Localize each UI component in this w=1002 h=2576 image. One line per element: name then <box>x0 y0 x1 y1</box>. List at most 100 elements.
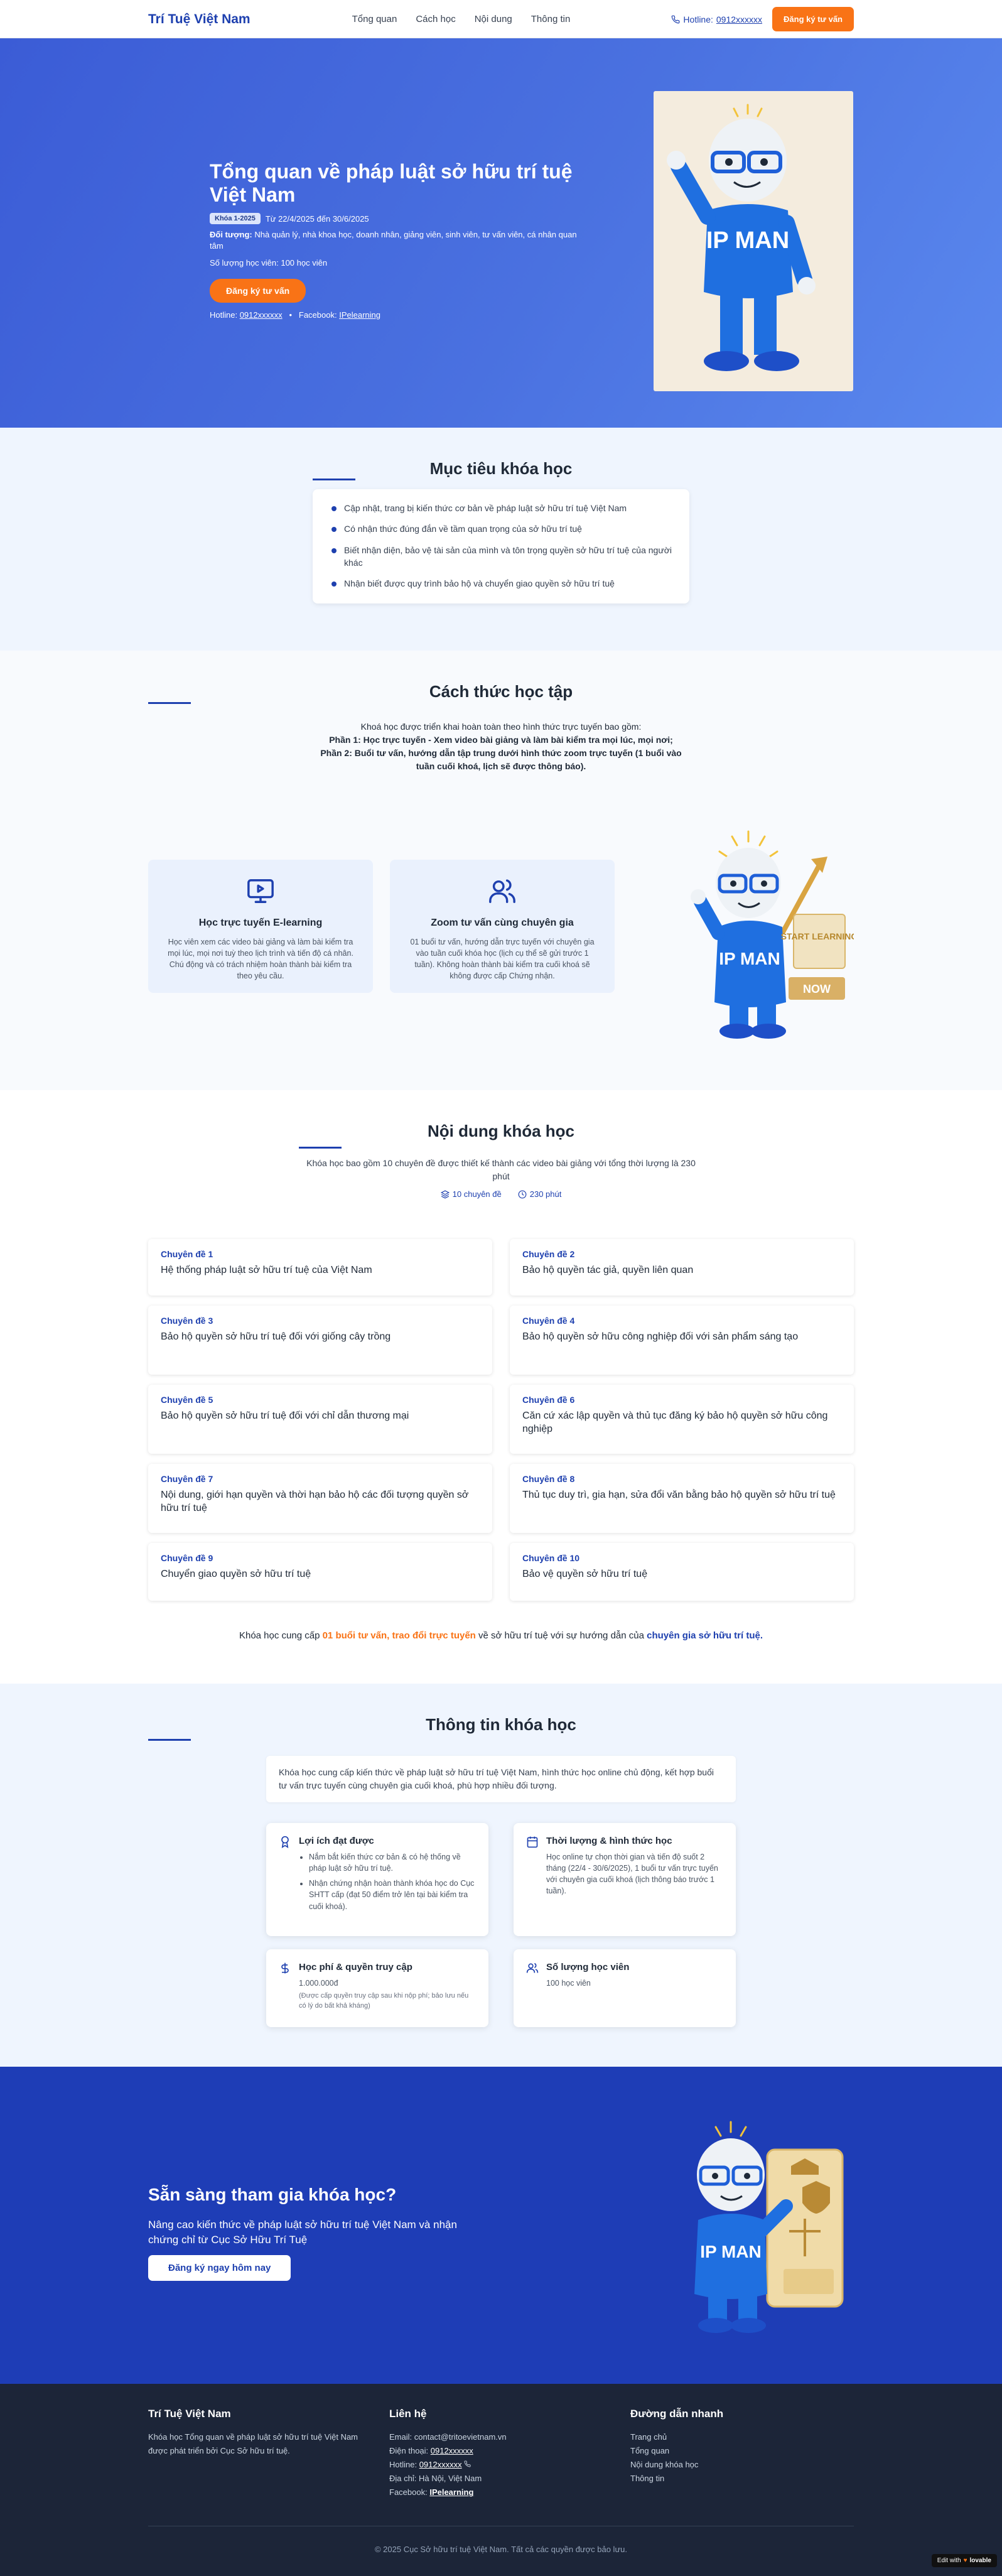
learning-part2: Phần 2: Buổi tư vấn, hướng dẫn tập trung… <box>313 747 689 773</box>
footer-about: Trí Tuệ Việt Nam Khóa học Tổng quan về p… <box>148 2408 362 2458</box>
title-underline <box>313 479 355 480</box>
course-badge: Khóa 1-2025 <box>210 213 261 224</box>
topic-label: Chuyên đề 9 <box>161 1553 480 1563</box>
address-value: Hà Nội, Việt Nam <box>419 2474 482 2483</box>
address-label: Địa chỉ: <box>389 2474 416 2483</box>
footer-about-text: Khóa học Tổng quan về pháp luật sở hữu t… <box>148 2430 362 2458</box>
hero-title: Tổng quan về pháp luật sở hữu trí tuệ Vi… <box>210 160 586 207</box>
phone-label: Điện thoại: <box>389 2446 428 2455</box>
users-icon <box>486 877 519 906</box>
nav-item-content[interactable]: Nội dung <box>475 14 512 24</box>
topic-card[interactable]: Chuyên đề 10Bảo vệ quyền sở hữu trí tuệ <box>510 1543 854 1601</box>
content-stats: 10 chuyên đề 230 phút <box>148 1189 854 1199</box>
topic-title: Nội dung, giới hạn quyền và thời hạn bảo… <box>161 1489 480 1515</box>
topic-card[interactable]: Chuyên đề 4Bảo hộ quyền sở hữu công nghi… <box>510 1306 854 1375</box>
brand-logo[interactable]: Trí Tuệ Việt Nam <box>148 12 251 27</box>
hero-hotline-link[interactable]: 0912xxxxxx <box>240 310 283 320</box>
topic-card[interactable]: Chuyên đề 1Hệ thống pháp luật sở hữu trí… <box>148 1239 492 1296</box>
topic-card[interactable]: Chuyên đề 8Thủ tục duy trì, gia hạn, sửa… <box>510 1464 854 1533</box>
goals-section: Mục tiêu khóa học Cập nhật, trang bị kiế… <box>0 428 1002 651</box>
footer-link-info[interactable]: Thông tin <box>630 2472 844 2486</box>
students-count: 100 học viên <box>546 1978 723 1989</box>
content-footnote: Khóa học cung cấp 01 buổi tư vấn, trao đ… <box>148 1630 854 1641</box>
footer-link-home[interactable]: Trang chủ <box>630 2430 844 2444</box>
topic-title: Bảo hộ quyền sở hữu công nghiệp đối với … <box>522 1331 841 1344</box>
footnote-part: về sở hữu trí tuệ với sự hướng dẫn của <box>476 1630 647 1641</box>
nav-menu: Tổng quan Cách học Nội dung Thông tin <box>352 14 571 24</box>
topic-card[interactable]: Chuyên đề 2 Bảo hộ quyền tác giả, quyền l… <box>510 1239 854 1296</box>
topic-title: Thủ tục duy trì, gia hạn, sửa đổi văn bằ… <box>522 1489 841 1502</box>
footer-contact-title: Liên hệ <box>389 2408 603 2420</box>
nav-item-info[interactable]: Thông tin <box>531 14 571 24</box>
benefit-item: Nhận chứng nhận hoàn thành khóa học do C… <box>309 1878 476 1912</box>
topic-card[interactable]: Chuyên đề 6Căn cứ xác lập quyền và thủ t… <box>510 1385 854 1454</box>
zoom-card-desc: 01 buổi tư vấn, hướng dẫn trực tuyến với… <box>405 936 600 982</box>
topic-label: Chuyên đề 5 <box>161 1395 480 1405</box>
benefits-card: Lợi ích đạt được Nắm bắt kiến thức cơ bả… <box>266 1823 488 1936</box>
cta-section: Sẵn sàng tham gia khóa học? Nâng cao kiế… <box>0 2067 1002 2384</box>
topic-title: Hệ thống pháp luật sở hữu trí tuệ của Vi… <box>161 1264 480 1277</box>
hero-separator: • <box>289 310 292 320</box>
info-intro: Khóa học cung cấp kiến thức về pháp luật… <box>266 1756 736 1802</box>
stat-minutes-text: 230 phút <box>530 1189 562 1199</box>
footnote-part: Khóa học cung cấp <box>239 1630 323 1641</box>
elearning-card-desc: Học viên xem các video bài giảng và làm … <box>163 936 358 982</box>
footer-link-content[interactable]: Nội dung khóa học <box>630 2458 844 2472</box>
students-title: Số lượng học viên <box>546 1962 723 1973</box>
footer-about-title: Trí Tuệ Việt Nam <box>148 2408 362 2420</box>
hero-facebook-link[interactable]: IPelearning <box>339 310 380 320</box>
hero-mascot-image: IP MAN <box>654 91 853 391</box>
content-intro: Khóa học bao gồm 10 chuyên đề được thiết… <box>306 1157 696 1183</box>
topic-card[interactable]: Chuyên đề 9Chuyển giao quyền sở hữu trí … <box>148 1543 492 1601</box>
zoom-card-title: Zoom tư vấn cùng chuyên gia <box>405 917 600 929</box>
topic-label: Chuyên đề 2 <box>522 1249 841 1259</box>
nav-hotline[interactable]: Hotline: 0912xxxxxx <box>671 14 762 24</box>
dollar-icon <box>279 1962 291 1974</box>
zoom-card: Zoom tư vấn cùng chuyên gia 01 buổi tư v… <box>390 860 615 993</box>
fee-amount: 1.000.000đ <box>299 1978 476 1989</box>
footer-links: Đường dẫn nhanh Trang chủ Tổng quan Nội … <box>630 2408 844 2486</box>
hero-register-button[interactable]: Đăng ký tư vấn <box>210 279 306 303</box>
goal-item: Biết nhận diện, bảo vệ tài sản của mình … <box>330 544 672 570</box>
learning-part1: Phần 1: Học trực tuyến - Xem video bài g… <box>148 733 854 747</box>
learning-section: Cách thức học tập Khoá học được triển kh… <box>0 651 1002 1090</box>
cta-mascot-shirt: IP MAN <box>700 2242 762 2261</box>
nav-item-learning[interactable]: Cách học <box>416 14 455 24</box>
nav-hotline-number[interactable]: 0912xxxxxx <box>716 14 762 24</box>
goal-item: Cập nhật, trang bị kiến thức cơ bản về p… <box>330 502 672 514</box>
edit-badge-brand: lovable <box>970 2557 991 2564</box>
phone-value[interactable]: 0912xxxxxx <box>431 2446 473 2455</box>
stat-topics-text: 10 chuyên đề <box>453 1189 502 1199</box>
monitor-play-icon <box>244 877 277 906</box>
duration-card: Thời lượng & hình thức học Học online tự… <box>514 1823 736 1936</box>
topic-card[interactable]: Chuyên đề 3Bảo hộ quyền sở hữu trí tuệ đ… <box>148 1306 492 1375</box>
goal-item: Có nhận thức đúng đắn về tầm quan trọng … <box>330 522 672 535</box>
users-icon <box>526 1962 539 1974</box>
cta-register-button[interactable]: Đăng ký ngay hôm nay <box>148 2255 291 2281</box>
topic-title: Bảo hộ quyền sở hữu trí tuệ đối với giốn… <box>161 1331 480 1344</box>
edit-with-badge[interactable]: Edit with ♥ lovable <box>932 2554 997 2567</box>
clock-icon <box>518 1190 527 1199</box>
hero-contacts: Hotline: 0912xxxxxx • Facebook: IPelearn… <box>210 310 586 320</box>
mascot-shirt-text: IP MAN <box>706 227 789 254</box>
stat-minutes: 230 phút <box>518 1189 562 1199</box>
nav-item-overview[interactable]: Tổng quan <box>352 14 397 24</box>
topic-card[interactable]: Chuyên đề 7Nội dung, giới hạn quyền và t… <box>148 1464 492 1533</box>
elearning-card-title: Học trực tuyến E-learning <box>163 917 358 929</box>
hotline-value[interactable]: 0912xxxxxx <box>419 2460 462 2469</box>
goals-card: Cập nhật, trang bị kiến thức cơ bản về p… <box>313 489 689 603</box>
award-icon <box>279 1836 291 1848</box>
copyright: © 2025 Cục Sở hữu trí tuệ Việt Nam. Tất … <box>148 2545 854 2554</box>
topic-title: Bảo hộ quyền tác giả, quyền liên quan <box>522 1264 841 1277</box>
topic-card[interactable]: Chuyên đề 5 Bảo hộ quyền sở hữu trí tuệ đ… <box>148 1385 492 1454</box>
info-section: Thông tin khóa học Khóa học cung cấp kiế… <box>0 1684 1002 2067</box>
duration-desc: Học online tự chọn thời gian và tiến độ … <box>546 1851 723 1897</box>
topic-title: Bảo hộ quyền sở hữu trí tuệ đối với chỉ … <box>161 1410 480 1423</box>
nav-register-button[interactable]: Đăng ký tư vấn <box>772 7 854 31</box>
now-sign: NOW <box>803 983 831 995</box>
learning-mascot-shirt: IP MAN <box>719 949 780 968</box>
footer-link-overview[interactable]: Tổng quan <box>630 2444 844 2458</box>
nav-hotline-label: Hotline: <box>683 14 713 24</box>
email-value[interactable]: contact@tritoevietnam.vn <box>414 2432 507 2442</box>
facebook-link[interactable]: IPelearning <box>429 2487 473 2497</box>
